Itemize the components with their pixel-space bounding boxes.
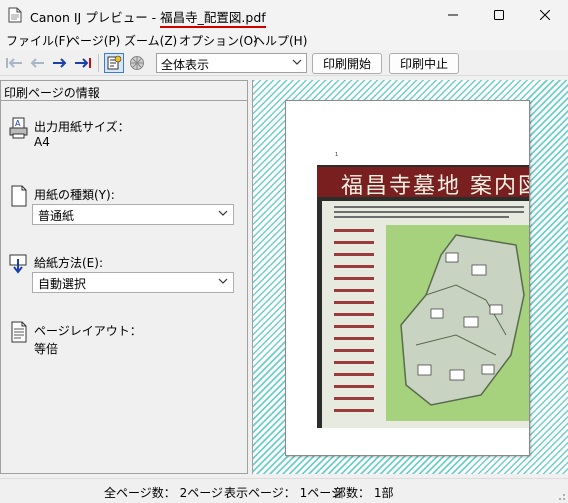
- page-layout-label: ページレイアウト：: [34, 324, 142, 338]
- grayscale-icon: [130, 56, 144, 70]
- title-filename: 福昌寺_配置図.pdf: [160, 10, 266, 28]
- previous-page-icon: [30, 58, 44, 68]
- media-type-icon: [11, 185, 27, 207]
- page-layout-icon: [11, 321, 27, 343]
- printer-paper-size-icon: A: [9, 117, 28, 139]
- sign-title: 福昌寺墓地 案内図: [317, 167, 529, 199]
- resize-grip-icon[interactable]: [556, 491, 566, 501]
- next-page-button[interactable]: [50, 53, 70, 73]
- page-number: 1: [335, 152, 339, 158]
- previous-page-button[interactable]: [27, 53, 47, 73]
- menu-page[interactable]: ページ(P): [68, 32, 120, 49]
- media-type-value: 普通紙: [38, 209, 75, 223]
- sign-map: [386, 225, 529, 421]
- next-page-icon: [53, 58, 67, 68]
- total-pages-status: 全ページ数： 2ページ: [104, 486, 223, 500]
- maximize-icon: [494, 10, 504, 20]
- start-printing-button[interactable]: 印刷開始: [312, 53, 382, 74]
- status-bar: 全ページ数： 2ページ 表示ページ： 1ページ 部数： 1部: [0, 478, 568, 503]
- menu-zoom[interactable]: ズーム(Z): [124, 32, 177, 49]
- zoom-select[interactable]: 全体表示: [156, 53, 307, 73]
- page-info-panel: 印刷ページの情報 A 出力用紙サイズ： A4 用紙の種類(Y): 普通紙 給紙方…: [0, 80, 248, 474]
- chevron-down-icon: [218, 278, 228, 284]
- chevron-down-icon: [218, 210, 228, 216]
- page-info-toggle-button[interactable]: [104, 53, 124, 73]
- menu-file[interactable]: ファイル(F): [6, 32, 70, 49]
- preview-image: 福昌寺墓地 案内図: [317, 165, 529, 428]
- preview-area[interactable]: 1 福昌寺墓地 案内図: [252, 80, 568, 474]
- media-type-select[interactable]: 普通紙: [32, 204, 234, 225]
- paper-source-label: 給紙方法(E):: [34, 256, 103, 270]
- toolbar: 全体表示 印刷開始 印刷中止: [0, 50, 568, 76]
- menu-options[interactable]: オプション(O): [179, 32, 258, 49]
- first-page-icon: [6, 58, 22, 68]
- minimize-button[interactable]: [430, 0, 476, 30]
- app-icon: [8, 7, 22, 23]
- menu-bar: ファイル(F) ページ(P) ズーム(Z) オプション(O) ヘルプ(H): [0, 30, 568, 50]
- paper-size-value: A4: [34, 135, 50, 149]
- minimize-icon: [448, 14, 458, 16]
- close-icon: [540, 10, 550, 20]
- current-page-status: 表示ページ： 1ページ: [224, 486, 343, 500]
- title-bar: Canon IJ プレビュー - 福昌寺_配置図.pdf: [0, 0, 568, 30]
- copies-status: 部数： 1部: [334, 486, 394, 500]
- chevron-down-icon: [292, 59, 302, 65]
- close-button[interactable]: [522, 0, 568, 30]
- page-info-icon: [107, 55, 122, 70]
- toolbar-separator: [98, 54, 99, 72]
- last-page-icon: [75, 58, 91, 68]
- zoom-value: 全体表示: [161, 58, 210, 72]
- paper-source-icon: [9, 254, 27, 274]
- svg-text:A: A: [15, 119, 21, 128]
- menu-help[interactable]: ヘルプ(H): [253, 32, 307, 49]
- page-layout-value: 等倍: [34, 342, 59, 356]
- last-page-button[interactable]: [73, 53, 93, 73]
- paper-size-label: 出力用紙サイズ：: [34, 120, 130, 134]
- paper-source-value: 自動選択: [38, 277, 87, 291]
- paper-source-select[interactable]: 自動選択: [32, 272, 234, 293]
- grayscale-button[interactable]: [127, 53, 147, 73]
- cancel-printing-button[interactable]: 印刷中止: [389, 53, 459, 74]
- media-type-label: 用紙の種類(Y):: [34, 188, 115, 202]
- preview-page: 1 福昌寺墓地 案内図: [285, 100, 530, 456]
- title-prefix: Canon IJ プレビュー -: [30, 10, 161, 25]
- first-page-button[interactable]: [4, 53, 24, 73]
- maximize-button[interactable]: [476, 0, 522, 30]
- panel-header: 印刷ページの情報: [1, 81, 247, 101]
- sign-board: [322, 201, 529, 428]
- window-title: Canon IJ プレビュー - 福昌寺_配置図.pdf: [30, 7, 266, 28]
